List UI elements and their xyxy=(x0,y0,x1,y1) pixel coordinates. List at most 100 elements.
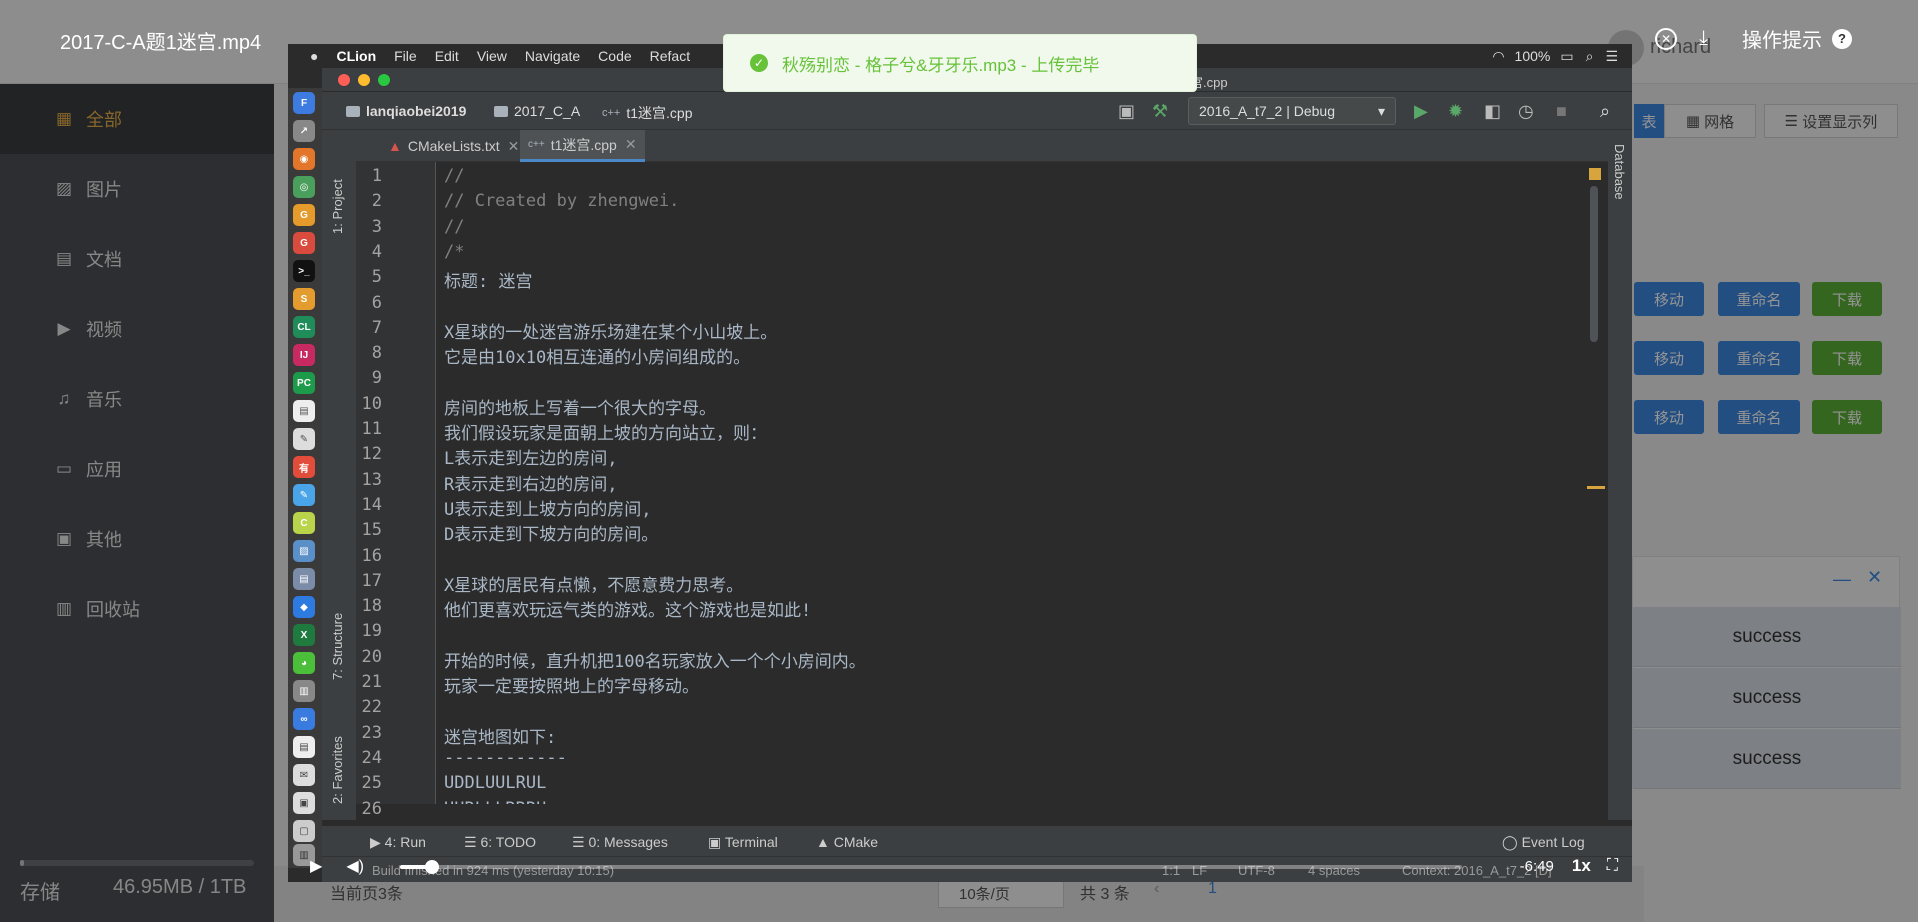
preview-icon[interactable]: ▨ xyxy=(293,540,315,562)
finder-icon[interactable]: F xyxy=(293,92,315,114)
intellij-icon[interactable]: IJ xyxy=(293,344,315,366)
fullscreen-icon[interactable]: ⛶ xyxy=(1607,857,1618,875)
terminal-tool-icon[interactable]: ▣ xyxy=(1118,101,1135,122)
pycharm-icon[interactable]: PC xyxy=(293,372,315,394)
app-icon[interactable]: ✉ xyxy=(293,764,315,786)
wechat-icon[interactable]: ◕ xyxy=(293,652,315,674)
code-line: L表示走到左边的房间, xyxy=(444,449,618,470)
minimize-window-button[interactable] xyxy=(358,74,370,86)
app-icon[interactable]: G xyxy=(293,232,315,254)
menu-refactor[interactable]: Refact xyxy=(650,48,690,64)
firefox-icon[interactable]: ◉ xyxy=(293,148,315,170)
sublime-icon[interactable]: S xyxy=(293,288,315,310)
debug-icon[interactable]: ✹ xyxy=(1448,101,1463,122)
app-icon[interactable]: ✎ xyxy=(293,484,315,506)
video-progress-handle[interactable] xyxy=(425,860,439,874)
code-line: 开始的时候，直升机把100名玩家放入一个个小房间内。 xyxy=(444,651,866,672)
database-tool-tab[interactable]: Database xyxy=(1612,144,1627,244)
menu-app[interactable]: CLion xyxy=(336,48,376,64)
spotlight-icon[interactable]: ⌕ xyxy=(1586,48,1594,65)
document-icon[interactable]: ▤ xyxy=(293,736,315,758)
tab-cmakelists[interactable]: ▲ CMakeLists.txt ✕ xyxy=(380,130,527,162)
help-icon[interactable]: ? xyxy=(1832,28,1852,49)
app-icon[interactable]: ▤ xyxy=(293,568,315,590)
breadcrumb-label: 2017_C_A xyxy=(514,103,581,119)
wifi-icon: ◠ xyxy=(1492,47,1505,64)
cpp-file-icon: c++ xyxy=(602,107,621,119)
app-icon[interactable]: ▢ xyxy=(293,820,315,842)
code-editor[interactable]: // // Created by zhengwei. // /* 标题: 迷宫 X星球的一… xyxy=(436,162,1596,804)
excel-icon[interactable]: X xyxy=(293,624,315,646)
close-icon[interactable]: ✕ xyxy=(508,138,520,155)
close-window-button[interactable] xyxy=(338,74,350,86)
close-icon[interactable]: ✕ xyxy=(625,136,637,153)
notification-center-icon[interactable]: ☰ xyxy=(1605,48,1618,65)
video-progress-bar[interactable] xyxy=(400,865,1462,869)
code-line: 它是由10x10相互连通的小房间组成的。 xyxy=(444,348,751,369)
tab-label: t1迷宫.cpp xyxy=(550,136,617,153)
stop-icon[interactable]: ■ xyxy=(1556,101,1567,122)
favorites-tool-tab[interactable]: 2: Favorites xyxy=(330,714,345,804)
line-number: 18 xyxy=(361,596,382,617)
play-icon[interactable]: ▶ xyxy=(310,856,322,876)
menu-code[interactable]: Code xyxy=(598,48,631,64)
profile-icon[interactable]: ◧ xyxy=(1484,101,1501,122)
project-tool-tab[interactable]: 1: Project xyxy=(330,144,345,234)
line-number: 15 xyxy=(361,520,382,541)
inspection-status-marker[interactable] xyxy=(1589,168,1601,180)
app-icon[interactable]: ∞ xyxy=(293,708,315,730)
code-line: R表示走到右边的房间, xyxy=(444,474,618,495)
line-number: 14 xyxy=(361,494,382,515)
maximize-window-button[interactable] xyxy=(378,74,390,86)
coverage-icon[interactable]: ◷ xyxy=(1518,101,1534,122)
folder-icon xyxy=(346,105,360,117)
time-remaining: -6:49 xyxy=(1519,857,1554,875)
app-icon[interactable]: C xyxy=(293,512,315,534)
app-icon[interactable]: ▥ xyxy=(293,680,315,702)
download-icon[interactable]: ⤓ xyxy=(1699,27,1708,50)
editor-tabs: ▲ CMakeLists.txt ✕ c++ t1迷宫.cpp ✕ xyxy=(356,130,1632,162)
app-icon[interactable]: ◆ xyxy=(293,596,315,618)
cmake-icon: ▲ xyxy=(388,138,402,154)
cpp-file-icon: c++ xyxy=(528,139,545,150)
structure-tool-tab[interactable]: 7: Structure xyxy=(330,580,345,680)
chrome-icon[interactable]: ◎ xyxy=(293,176,315,198)
menu-navigate[interactable]: Navigate xyxy=(525,48,580,64)
code-line: UDDLUULRUL xyxy=(444,773,547,794)
app-icon[interactable]: 有 xyxy=(293,456,315,478)
editor-scrollbar[interactable] xyxy=(1590,186,1598,342)
build-hammer-icon[interactable]: ⚒ xyxy=(1152,101,1168,122)
folder-icon xyxy=(494,105,508,117)
playback-speed[interactable]: 1x xyxy=(1572,856,1591,876)
line-number: 3 xyxy=(371,216,382,237)
menu-file[interactable]: File xyxy=(394,48,417,64)
app-icon[interactable]: ▣ xyxy=(293,792,315,814)
notes-icon[interactable]: ▤ xyxy=(293,400,315,422)
code-line: X星球的居民有点懒，不愿意费力思考。 xyxy=(444,575,744,596)
textedit-icon[interactable]: ✎ xyxy=(293,428,315,450)
run-configuration-select[interactable]: 2016_A_t7_2 | Debug ▾ xyxy=(1188,97,1396,125)
help-label[interactable]: 操作提示 xyxy=(1742,24,1822,53)
breadcrumb-project[interactable]: lanqiaobei2019 xyxy=(346,103,466,119)
volume-icon[interactable]: ◀) xyxy=(346,856,364,876)
tab-t1-maze[interactable]: c++ t1迷宫.cpp ✕ xyxy=(520,130,645,162)
code-line: /* xyxy=(444,241,465,262)
close-icon[interactable]: ✕ xyxy=(1655,27,1678,50)
check-circle-icon: ✓ xyxy=(750,54,768,72)
code-line: 标题: 迷宫 xyxy=(444,272,533,293)
line-number: 24 xyxy=(361,747,382,768)
menu-edit[interactable]: Edit xyxy=(435,48,459,64)
launchpad-icon[interactable]: ↗ xyxy=(293,120,315,142)
menu-view[interactable]: View xyxy=(477,48,507,64)
search-icon[interactable]: ⌕ xyxy=(1600,101,1610,122)
app-icon[interactable]: G xyxy=(293,204,315,226)
run-icon[interactable]: ▶ xyxy=(1414,101,1428,122)
clion-icon[interactable]: CL xyxy=(293,316,315,338)
apple-icon[interactable]: ● xyxy=(310,48,318,64)
breadcrumb-file[interactable]: c++ t1迷宫.cpp xyxy=(602,103,693,123)
line-number: 22 xyxy=(361,697,382,718)
warning-marker[interactable] xyxy=(1587,486,1605,489)
terminal-icon[interactable]: >_ xyxy=(293,260,315,282)
breadcrumb-folder[interactable]: 2017_C_A xyxy=(494,103,580,119)
line-number: 13 xyxy=(361,469,382,490)
